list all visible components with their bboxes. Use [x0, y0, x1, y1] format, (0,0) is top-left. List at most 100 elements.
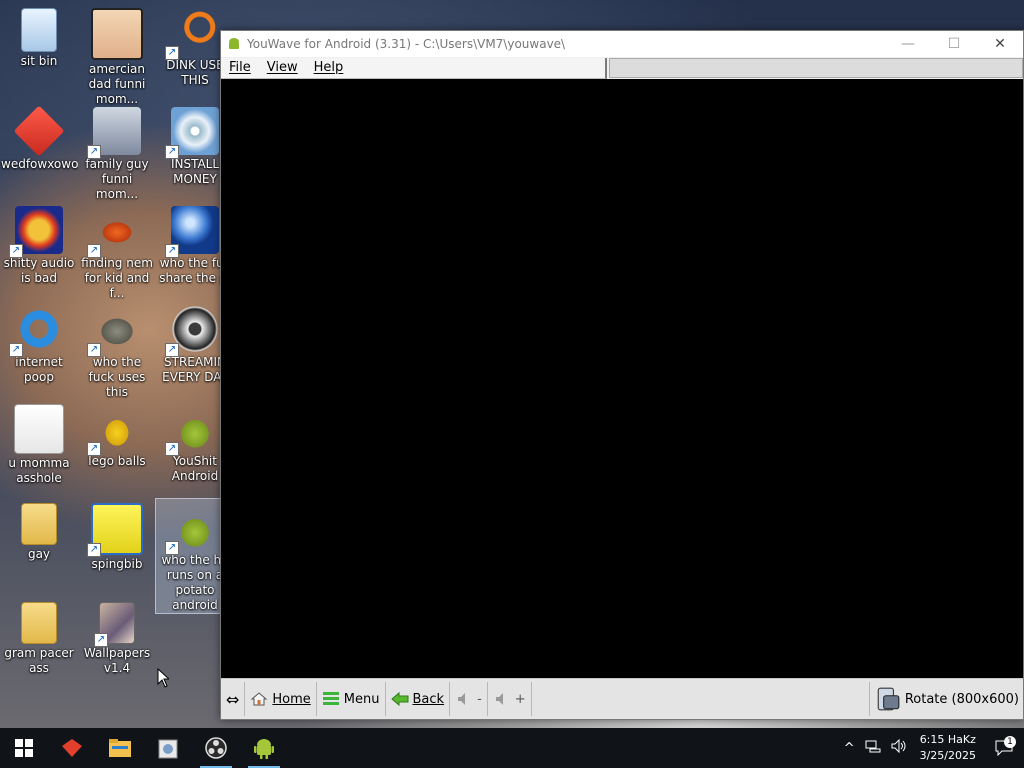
rotate-label: Rotate (800x600)	[904, 691, 1019, 707]
desktop-icon-label: gay	[27, 547, 51, 561]
shortcut-arrow-icon: ↗	[9, 244, 23, 258]
desktop-icon-label: amercian dad funni mom...	[88, 62, 146, 106]
desktop-icon-u-momma[interactable]: u momma asshole	[0, 400, 78, 496]
desktop-icon-gram-pacer[interactable]: gram pacer ass	[0, 598, 78, 694]
rotate-button[interactable]: Rotate (800x600)	[868, 682, 1023, 716]
speaker-icon	[458, 693, 466, 705]
taskbar-file-explorer[interactable]	[96, 728, 144, 768]
shortcut-arrow-icon: ↗	[87, 343, 101, 357]
cartoon-face-icon	[91, 8, 143, 60]
folder-icon	[21, 602, 57, 644]
wallpapers-icon: ↗	[94, 602, 135, 647]
globe-icon: ↗	[165, 206, 219, 258]
menu-file[interactable]: File	[221, 60, 259, 75]
system-tray: ^ 6:15 HaKz 3/25/2025 1	[839, 728, 1024, 768]
youwave-window[interactable]: YouWave for Android (3.31) - C:\Users\VM…	[220, 30, 1024, 720]
desktop-icon-label: family guy funni mom...	[85, 157, 149, 201]
maximize-button[interactable]: ☐	[931, 31, 977, 57]
start-button[interactable]	[0, 728, 48, 768]
red-app-icon	[62, 739, 82, 757]
windows-start-icon	[15, 739, 33, 757]
android-icon	[229, 38, 239, 49]
resize-arrows-icon: ⇔	[226, 689, 240, 709]
desktop-icon-lego-balls[interactable]: ↗ lego balls	[78, 400, 156, 496]
close-button[interactable]: ✕	[977, 31, 1023, 57]
desktop-icon-finding-nem[interactable]: ↗ finding nem for kid and f...	[78, 202, 156, 300]
folder-icon	[21, 503, 57, 545]
speaker-icon	[495, 693, 503, 705]
window-titlebar[interactable]: YouWave for Android (3.31) - C:\Users\VM…	[221, 31, 1023, 57]
menu-group: File View Help	[221, 57, 607, 79]
obs-icon: ↗	[165, 305, 219, 357]
recycle-bin-icon	[21, 8, 57, 52]
clock[interactable]: 6:15 HaKz 3/25/2025	[912, 732, 984, 764]
menubar-spacer	[609, 58, 1023, 78]
desktop-icon-gimp[interactable]: ↗ who the fuck uses this	[78, 301, 156, 399]
desktop-icon-wallpapers[interactable]: ↗ Wallpapers v1.4	[78, 598, 156, 694]
android-icon: ↗	[165, 404, 219, 456]
desktop-icon-label: wedfowxowo	[1, 157, 78, 171]
desktop-icon-shitty-audio[interactable]: ↗ shitty audio is bad	[0, 202, 78, 298]
menu-button[interactable]: Menu	[317, 682, 386, 716]
shortcut-arrow-icon: ↗	[165, 343, 179, 357]
desktop-icon-internet-poop[interactable]: ↗ internet poop	[0, 301, 78, 397]
android-icon	[254, 739, 274, 759]
shortcut-arrow-icon: ↗	[94, 633, 108, 647]
gimp-icon: ↗	[87, 305, 141, 357]
taskbar-app-red[interactable]	[48, 728, 96, 768]
desktop-icon-label: gram pacer ass	[4, 646, 74, 675]
menu-help[interactable]: Help	[306, 60, 352, 75]
desktop-icon-label: u momma asshole	[8, 456, 70, 485]
tray-chevron-icon[interactable]: ^	[839, 741, 860, 756]
fish-icon: ↗	[87, 206, 141, 258]
volume-up-label: +	[514, 691, 526, 707]
home-button[interactable]: Home	[245, 682, 317, 716]
desktop-icon-label: finding nem for kid and f...	[81, 256, 153, 300]
shortcut-arrow-icon: ↗	[165, 46, 179, 60]
volume-down-label: -	[477, 691, 482, 707]
desktop-icon-spingbib[interactable]: ↗ spingbib	[78, 499, 156, 595]
shortcut-arrow-icon: ↗	[165, 244, 179, 258]
volume-up-button[interactable]: +	[488, 682, 532, 716]
desktop-icon-label: spingbib	[91, 557, 143, 571]
rotate-device-icon	[877, 687, 900, 711]
desktop-icon-label: Wallpapers v1.4	[83, 646, 151, 675]
home-label: Home	[272, 691, 311, 707]
search-magnifier-icon: ↗	[165, 8, 219, 60]
minimize-button[interactable]: —	[885, 31, 931, 57]
back-label: Back	[412, 691, 445, 707]
menu-view[interactable]: View	[259, 60, 306, 75]
ie-document-icon	[14, 404, 64, 454]
volume-down-button[interactable]: -	[450, 682, 488, 716]
taskbar-obs[interactable]	[192, 728, 240, 768]
taskbar-youwave[interactable]	[240, 728, 288, 768]
clock-time: 6:15 HaKz	[919, 733, 976, 746]
shortcut-arrow-icon: ↗	[87, 442, 101, 456]
shortcut-arrow-icon: ↗	[87, 145, 101, 159]
back-button[interactable]: Back	[386, 682, 451, 716]
installer-disc-icon: ↗	[165, 107, 219, 159]
desktop-icon-wedfowxowo[interactable]: wedfowxowo	[0, 103, 78, 199]
shortcut-arrow-icon: ↗	[165, 541, 179, 555]
android-icon: ↗	[165, 503, 219, 555]
mouse-cursor-icon	[157, 668, 169, 688]
spongebob-icon: ↗	[87, 503, 143, 557]
menubar: File View Help	[221, 57, 1023, 79]
network-icon[interactable]	[860, 739, 886, 757]
desktop-icon-american-dad[interactable]: amercian dad funni mom...	[78, 4, 156, 106]
volume-icon[interactable]	[886, 738, 912, 757]
action-center-button[interactable]: 1	[984, 736, 1024, 756]
back-arrow-icon	[390, 691, 408, 707]
home-icon	[251, 692, 268, 706]
file-explorer-icon	[109, 739, 131, 757]
resize-toggle-button[interactable]: ⇔	[221, 682, 246, 716]
desktop-icon-label: shitty audio is bad	[3, 256, 75, 285]
desktop-icon-family-guy[interactable]: ↗ family guy funni mom...	[78, 103, 156, 201]
desktop-icon-recycle-bin[interactable]: sit bin	[0, 4, 78, 100]
android-screen[interactable]	[221, 79, 1023, 677]
kids-picture-icon: ↗	[87, 107, 141, 159]
taskbar: ^ 6:15 HaKz 3/25/2025 1	[0, 728, 1024, 768]
desktop-icon-gay-folder[interactable]: gay	[0, 499, 78, 595]
taskbar-installer[interactable]	[144, 728, 192, 768]
desktop-icon-label: lego balls	[88, 454, 146, 468]
